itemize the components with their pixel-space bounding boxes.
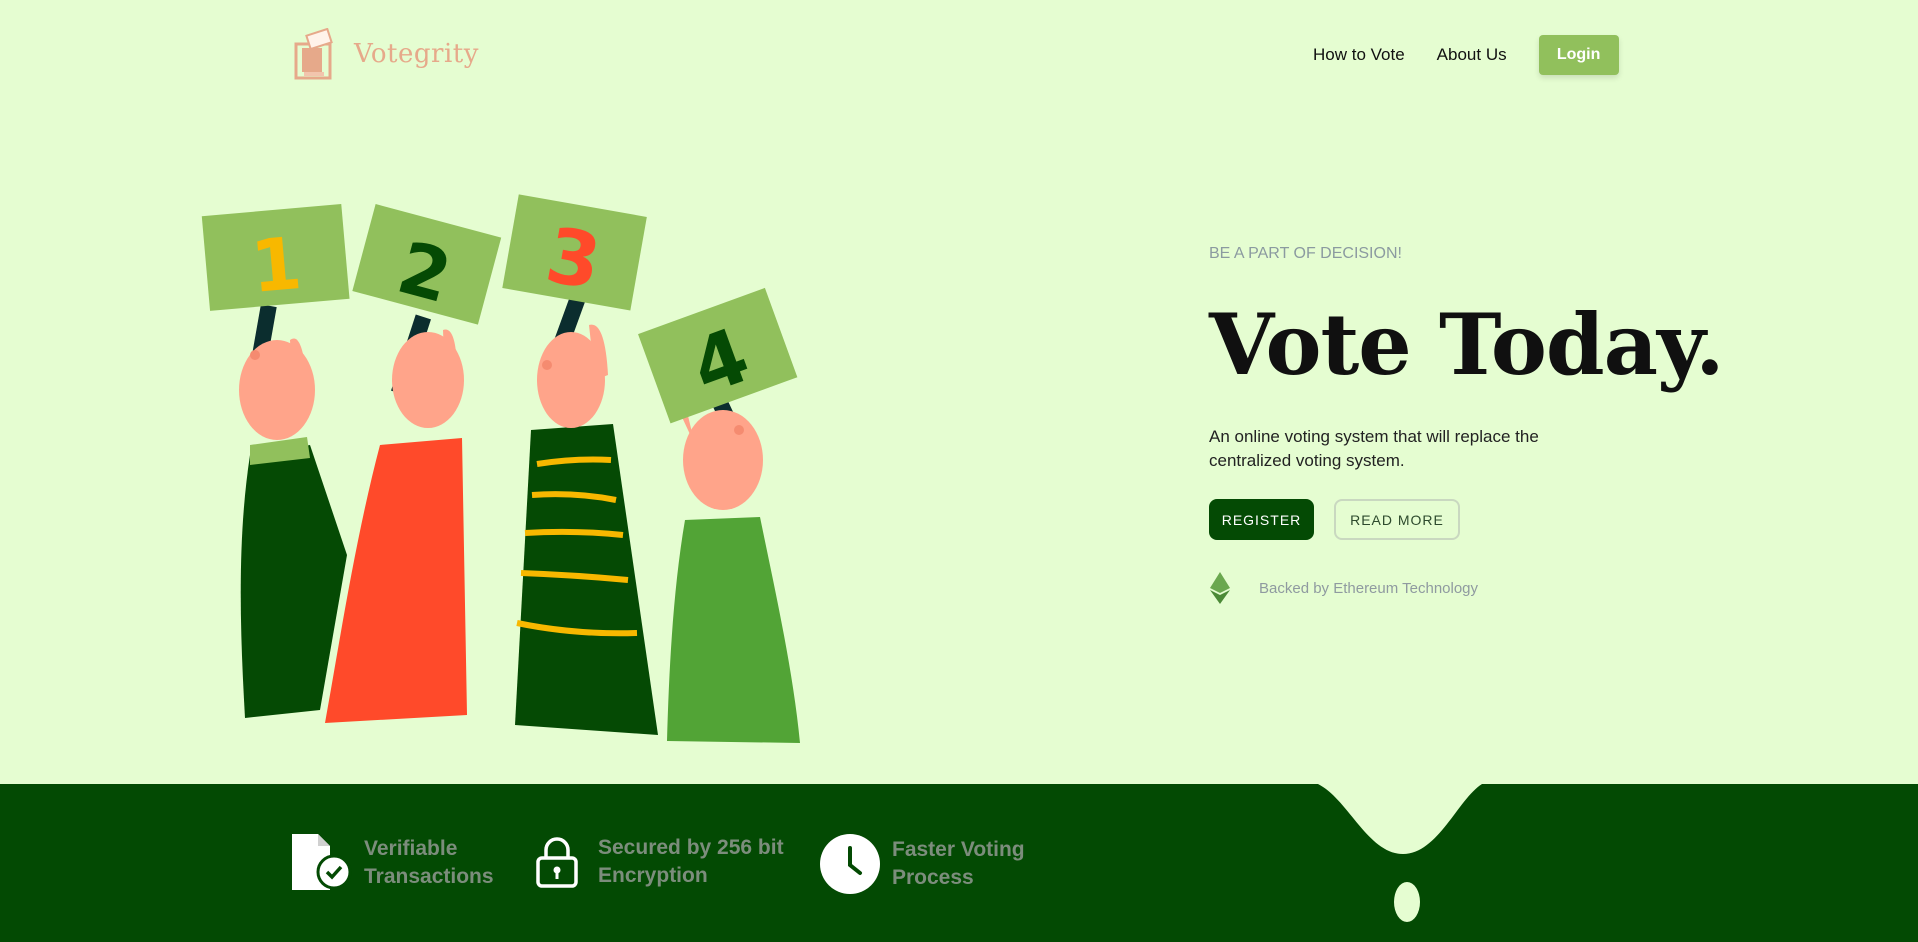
hero-cta-group: REGISTER READ MORE xyxy=(1209,499,1723,540)
hero-description: An online voting system that will replac… xyxy=(1209,427,1539,470)
clock-icon xyxy=(820,834,880,894)
drip-decoration xyxy=(1318,784,1482,922)
read-more-button[interactable]: READ MORE xyxy=(1334,499,1460,540)
hands-with-number-signs-illustration: 1 2 3 4 xyxy=(201,194,800,743)
register-button[interactable]: REGISTER xyxy=(1209,499,1314,540)
sleeve-stripe xyxy=(524,528,624,538)
hero-headline: Vote Today. xyxy=(1209,295,1724,394)
feature-speed: Faster Voting Process xyxy=(820,834,1025,894)
brand-logo[interactable]: Votegrity xyxy=(294,28,479,80)
feature-verifiable: Verifiable Transactions xyxy=(290,834,494,892)
ballot-box-icon xyxy=(294,28,333,80)
feature-encryption: Secured by 256 bit Encryption xyxy=(536,834,784,890)
backed-by-ethereum: Backed by Ethereum Technology xyxy=(1209,572,1723,604)
hero-section: BE A PART OF DECISION! Vote Today. An on… xyxy=(1209,245,1724,604)
sleeve-2 xyxy=(325,438,467,723)
site-header: Votegrity How to Vote About Us Login xyxy=(0,0,1918,110)
brand-name: Votegrity xyxy=(354,39,479,69)
backed-text: Backed by Ethereum Technology xyxy=(1259,579,1479,597)
login-button[interactable]: Login xyxy=(1538,35,1619,75)
sleeve-1 xyxy=(240,445,347,718)
feature-label: Secured by 256 bit Encryption xyxy=(598,836,784,887)
sleeve-4 xyxy=(667,517,800,743)
sign-number-1: 1 xyxy=(248,221,305,309)
nav-about-us[interactable]: About Us xyxy=(1437,45,1507,65)
feature-label: Faster Voting Process xyxy=(892,838,1025,889)
feature-label: Verifiable Transactions xyxy=(364,837,494,888)
main-nav: How to Vote About Us Login xyxy=(1313,35,1619,75)
hero-tagline: BE A PART OF DECISION! xyxy=(1209,245,1402,262)
ethereum-icon xyxy=(1210,572,1230,604)
verified-document-icon xyxy=(292,834,352,890)
nav-how-to-vote[interactable]: How to Vote xyxy=(1313,45,1405,65)
lock-icon xyxy=(536,837,578,888)
